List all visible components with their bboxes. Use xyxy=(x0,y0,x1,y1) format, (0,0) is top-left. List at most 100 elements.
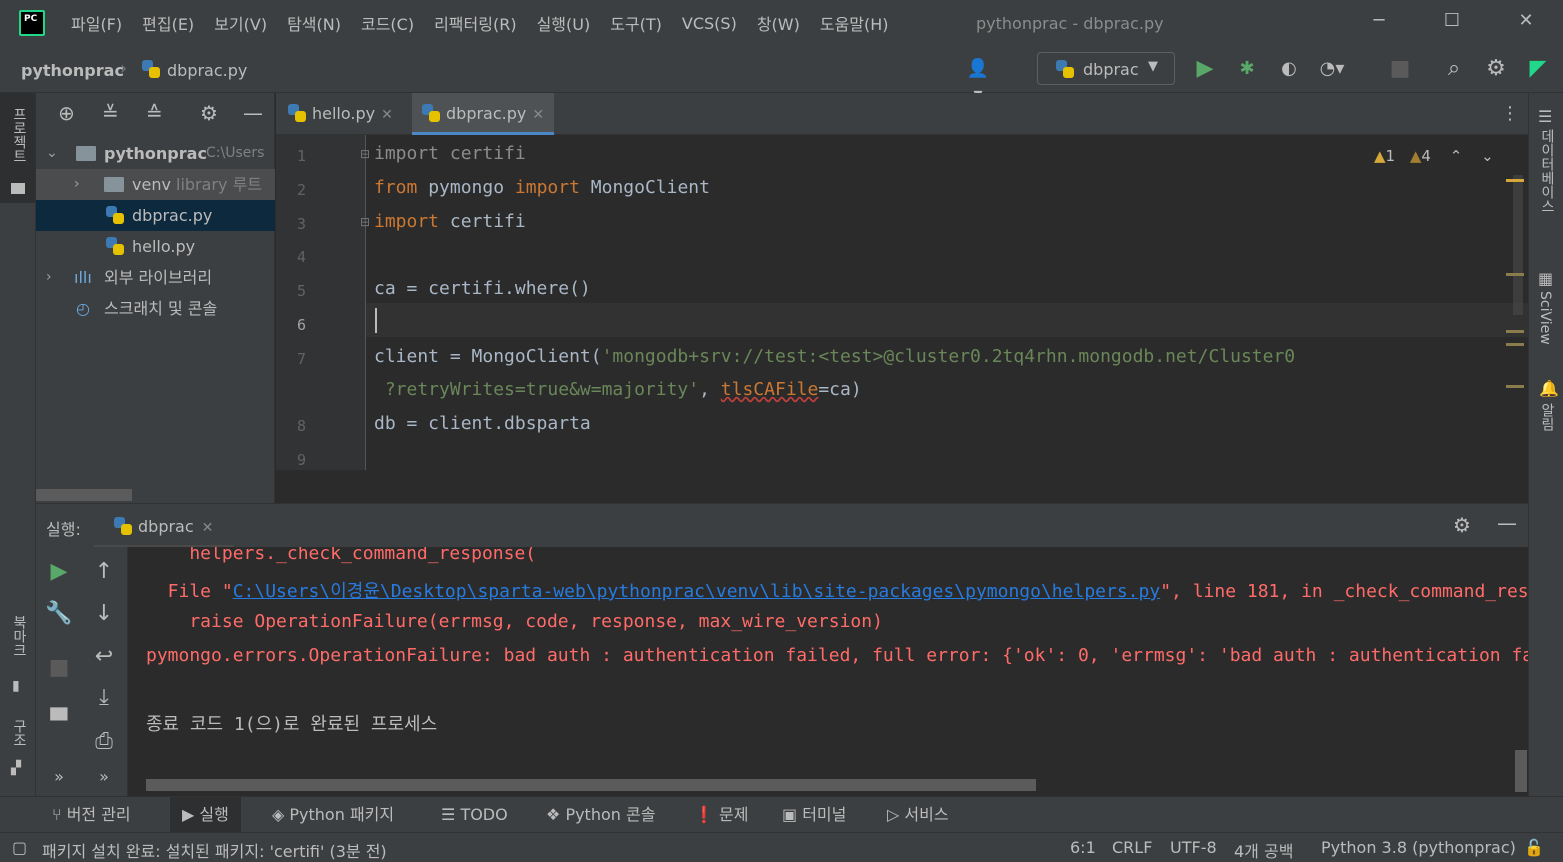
menu-help[interactable]: 도움말(H) xyxy=(820,11,889,35)
run-configuration-select[interactable]: dbprac ▼ xyxy=(1037,52,1175,85)
tab-hello-py[interactable]: hello.py ✕ xyxy=(288,93,410,135)
indent-setting[interactable]: 4개 공백 xyxy=(1234,838,1293,862)
warning-marker[interactable] xyxy=(1506,273,1524,276)
console-horizontal-scrollbar[interactable] xyxy=(146,779,1036,791)
code-editor[interactable]: 1 2 3 4 5 6 7 8 9 ⊟ ⊟ import certifi fro… xyxy=(276,135,1528,470)
file-encoding[interactable]: UTF-8 xyxy=(1170,838,1217,857)
tab-version-control[interactable]: ⑂ 버전 관리 xyxy=(52,797,131,833)
menu-navigate[interactable]: 탐색(N) xyxy=(287,11,341,35)
menu-refactor[interactable]: 리팩터링(R) xyxy=(434,11,516,35)
pycharm-logo-icon[interactable]: PC xyxy=(19,10,45,36)
tab-dbprac-py[interactable]: dbprac.py ✕ xyxy=(412,93,554,135)
maximize-button[interactable]: ☐ xyxy=(1437,10,1467,31)
hide-icon[interactable]: — xyxy=(243,101,263,125)
wrench-icon[interactable]: 🔧 xyxy=(44,601,74,626)
tree-item-hello[interactable]: hello.py xyxy=(36,231,275,262)
tab-terminal[interactable]: ▣ 터미널 xyxy=(782,797,846,833)
close-button[interactable]: ✕ xyxy=(1511,10,1541,31)
menu-code[interactable]: 코드(C) xyxy=(361,11,414,35)
python-console-icon: ❖ xyxy=(546,805,566,824)
tree-item-venv[interactable]: › venv library 루트 xyxy=(36,169,275,200)
run-tab-dbprac[interactable]: dbprac ✕ xyxy=(114,512,213,542)
profile-icon[interactable]: ◔▾ xyxy=(1318,56,1346,82)
code-with-me-icon[interactable]: ◤ xyxy=(1524,56,1552,82)
breadcrumb-file[interactable]: dbprac.py xyxy=(167,61,247,80)
console-vertical-scrollbar[interactable] xyxy=(1515,750,1527,792)
inspection-widget[interactable]: ▲1 ▲4 ⌃ ⌄ xyxy=(1374,147,1494,165)
gear-icon[interactable]: ⚙ xyxy=(1453,513,1471,537)
editor-scrollbar[interactable] xyxy=(1513,175,1523,315)
rerun-icon[interactable]: ▶ xyxy=(44,559,74,584)
menu-edit[interactable]: 편집(E) xyxy=(142,11,194,35)
menu-window[interactable]: 창(W) xyxy=(757,11,800,35)
settings-icon[interactable]: ⚙ xyxy=(1482,56,1510,82)
menu-view[interactable]: 보기(V) xyxy=(214,11,267,35)
tab-python-console[interactable]: ❖ Python 콘솔 xyxy=(546,797,655,833)
menu-file[interactable]: 파일(F) xyxy=(71,11,122,35)
tab-python-packages[interactable]: ◈ Python 패키지 xyxy=(272,797,394,833)
stop-icon[interactable]: ■ xyxy=(44,655,74,680)
warning-marker[interactable] xyxy=(1506,330,1524,333)
close-tab-icon[interactable]: ✕ xyxy=(532,107,544,123)
bookmarks-tool-tab[interactable]: 북마크 xyxy=(9,615,29,657)
arrow-up-icon[interactable]: ↑ xyxy=(89,559,119,584)
breadcrumb-project[interactable]: pythonprac xyxy=(21,61,124,80)
run-console[interactable]: helpers._check_command_response( File "C… xyxy=(128,547,1528,796)
lock-icon[interactable]: 🔓 xyxy=(1524,838,1544,857)
minimize-button[interactable]: ─ xyxy=(1364,10,1394,31)
debug-icon[interactable]: ✱ xyxy=(1233,56,1261,82)
tab-todo[interactable]: ☰ TODO xyxy=(441,797,508,833)
layout-icon[interactable]: ▀ xyxy=(44,709,74,734)
status-message[interactable]: 패키지 설치 완료: 설치된 패키지: 'certifi' (3분 전) xyxy=(42,838,387,862)
menu-tools[interactable]: 도구(T) xyxy=(610,11,662,35)
tree-item-dbprac[interactable]: dbprac.py xyxy=(36,200,275,231)
menu-vcs[interactable]: VCS(S) xyxy=(682,14,737,33)
soft-wrap-icon[interactable]: ↩ xyxy=(89,644,119,669)
line-separator[interactable]: CRLF xyxy=(1112,838,1152,857)
warning-marker[interactable] xyxy=(1506,343,1524,346)
project-tool-tab[interactable]: 프로젝트 xyxy=(9,107,29,163)
stop-icon[interactable]: ■ xyxy=(1386,56,1414,82)
coverage-icon[interactable]: ◐ xyxy=(1275,56,1303,82)
scroll-to-end-icon[interactable]: ⤓ xyxy=(89,685,119,710)
collapse-all-icon[interactable]: ≙ xyxy=(146,101,163,125)
database-tool-tab[interactable]: 데이터베이스 xyxy=(1537,129,1557,213)
gear-icon[interactable]: ⚙ xyxy=(200,101,218,125)
more-icon[interactable]: » xyxy=(44,767,74,786)
tree-item-external-libraries[interactable]: › ıllı 외부 라이브러리 xyxy=(36,262,275,293)
run-toolbar-primary: ▶ 🔧 ■ ▀ » xyxy=(36,547,80,796)
hide-icon[interactable]: — xyxy=(1497,511,1517,535)
panel-toggle-icon[interactable]: ▢ xyxy=(12,838,27,857)
fold-icon[interactable]: ⊟ xyxy=(360,215,370,229)
more-vertical-icon[interactable]: ⋮ xyxy=(1501,103,1519,124)
python-interpreter[interactable]: Python 3.8 (pythonprac) xyxy=(1321,838,1516,857)
tab-run[interactable]: ▶ 실행 xyxy=(170,797,241,833)
more-icon[interactable]: » xyxy=(89,767,119,786)
warning-marker[interactable] xyxy=(1506,385,1524,388)
search-icon[interactable]: ⌕ xyxy=(1440,56,1468,82)
caret-position[interactable]: 6:1 xyxy=(1070,838,1096,857)
fold-icon[interactable]: ⊟ xyxy=(360,147,370,161)
previous-highlight-icon[interactable]: ⌃ xyxy=(1450,147,1463,165)
sciview-tool-tab[interactable]: SciView xyxy=(1537,291,1553,345)
structure-tool-tab[interactable]: 구조 xyxy=(9,719,29,747)
tab-services[interactable]: ▷ 서비스 xyxy=(887,797,949,833)
close-tab-icon[interactable]: ✕ xyxy=(202,520,214,536)
tab-problems[interactable]: ❗ 문제 xyxy=(694,797,748,833)
close-tab-icon[interactable]: ✕ xyxy=(381,107,393,123)
tree-item-pythonprac[interactable]: ⌄ pythonprac C:\Users xyxy=(36,138,275,169)
arrow-down-icon[interactable]: ↓ xyxy=(89,601,119,626)
structure-icon: ▞ xyxy=(11,761,21,776)
warning-marker[interactable] xyxy=(1506,179,1524,182)
notifications-tool-tab[interactable]: 알림 xyxy=(1537,403,1557,431)
project-horizontal-scrollbar[interactable] xyxy=(36,489,132,501)
locate-icon[interactable]: ⊕ xyxy=(58,101,75,125)
traceback-file-link[interactable]: C:\Users\이경윤\Desktop\sparta-web\pythonpr… xyxy=(233,581,1160,602)
next-highlight-icon[interactable]: ⌄ xyxy=(1481,147,1494,165)
print-icon[interactable]: ⎙ xyxy=(89,729,119,754)
navigation-bar: pythonprac › dbprac.py 👤▾ dbprac ▼ ▶ ✱ ◐… xyxy=(0,46,1563,105)
tree-item-scratches[interactable]: ◴ 스크래치 및 콘솔 xyxy=(36,293,275,324)
expand-all-icon[interactable]: ≚ xyxy=(102,101,119,125)
run-icon[interactable]: ▶ xyxy=(1191,56,1219,82)
menu-run[interactable]: 실행(U) xyxy=(537,11,591,35)
